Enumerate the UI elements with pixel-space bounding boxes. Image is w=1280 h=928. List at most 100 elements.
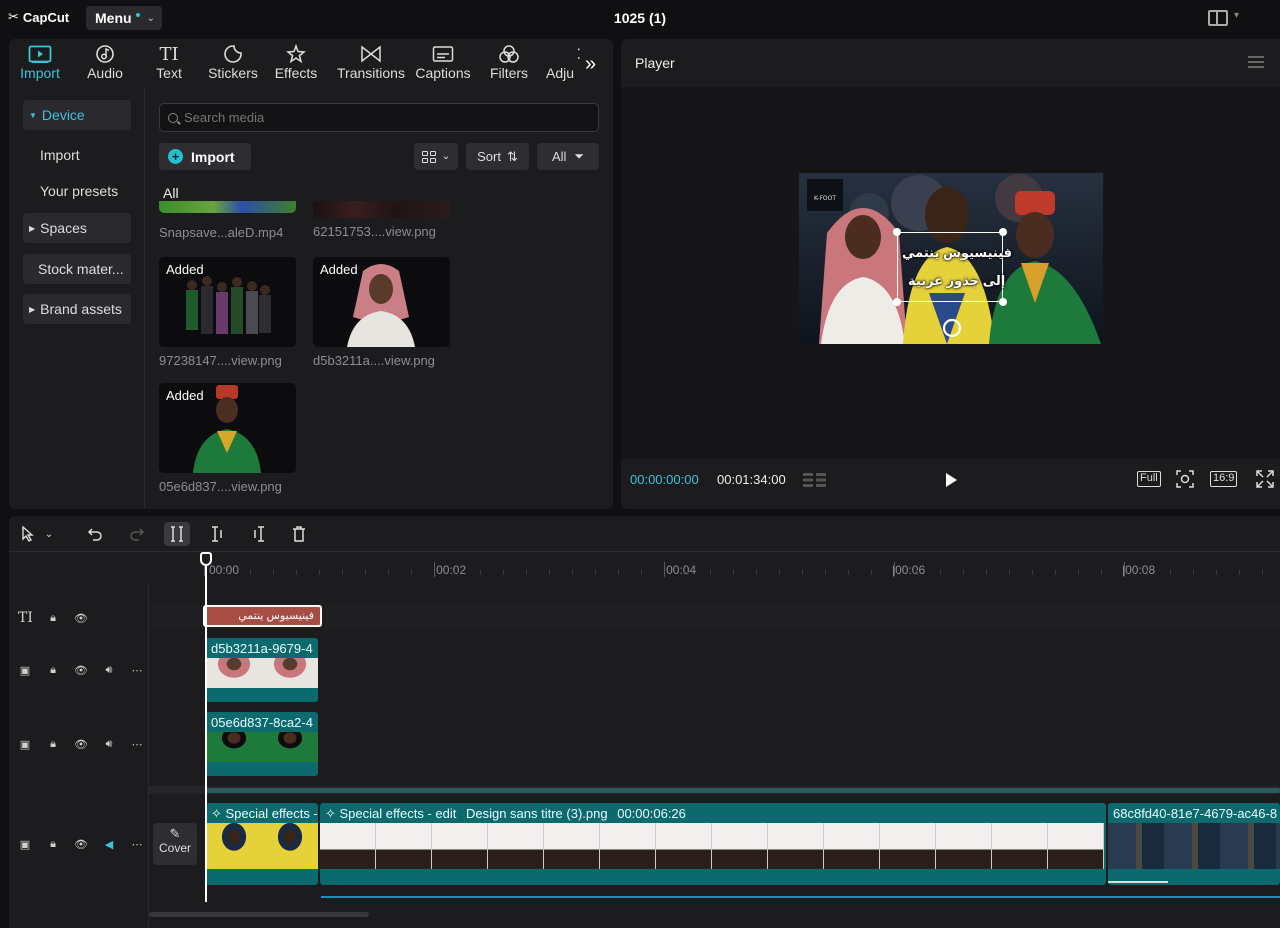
layout-chevron-icon[interactable]: ▾ bbox=[1234, 10, 1239, 21]
tab-audio[interactable]: Audio bbox=[81, 43, 129, 87]
media-thumbnail[interactable]: Added bbox=[313, 257, 450, 347]
main-clip-3[interactable]: 68c8fd40-81e7-4679-ac46-8 bbox=[1108, 803, 1280, 885]
media-filename: 05e6d837....view.png bbox=[159, 479, 282, 494]
timeline-scrollbar[interactable] bbox=[149, 912, 369, 917]
more-icon[interactable]: ⋯ bbox=[130, 664, 144, 677]
transitions-icon bbox=[335, 43, 407, 65]
lock-icon[interactable]: 🔒︎ bbox=[46, 664, 60, 677]
full-quality-button[interactable]: Full bbox=[1137, 471, 1161, 487]
sidebar-item-import[interactable]: Import bbox=[23, 140, 131, 170]
tab-stickers[interactable]: Stickers bbox=[205, 43, 261, 87]
text-selection-box[interactable]: فينيسيوس ينتمي إلى جذور عربية bbox=[893, 228, 1012, 306]
preview-caption-line: فينيسيوس ينتمي bbox=[902, 245, 1013, 260]
sidebar-item-stock[interactable]: Stock mater... bbox=[23, 254, 131, 284]
tab-filters[interactable]: Filters bbox=[485, 43, 533, 87]
media-item[interactable]: Snapsave...aleD.mp4 bbox=[159, 201, 296, 240]
caret-down-icon: ▼ bbox=[29, 110, 37, 120]
tab-effects[interactable]: Effects bbox=[271, 43, 321, 87]
resize-handle[interactable] bbox=[893, 298, 901, 306]
split-icon[interactable] bbox=[164, 522, 190, 546]
tab-transitions[interactable]: Transitions bbox=[335, 43, 407, 87]
fullscreen-icon[interactable] bbox=[1256, 470, 1274, 488]
clip-label-name: Design sans titre (3).png bbox=[465, 806, 608, 821]
media-thumbnail[interactable]: Added bbox=[159, 383, 296, 473]
lock-icon[interactable]: 🔒︎ bbox=[46, 612, 60, 625]
tab-captions[interactable]: Captions bbox=[413, 43, 473, 87]
time-ruler[interactable]: 00:00 |00:02 |00:04 |00:06 |00:08 bbox=[149, 553, 1280, 583]
clip-label-effect: Special effects - edit bbox=[339, 806, 457, 821]
sidebar-item-brand[interactable]: ▶ Brand assets bbox=[23, 294, 131, 324]
more-icon[interactable]: ⋯ bbox=[130, 838, 144, 851]
play-button[interactable] bbox=[946, 473, 957, 487]
tab-import[interactable]: Import bbox=[15, 43, 65, 87]
video-preview[interactable]: K-FOOT فينيسيوس ينتمي إلى جذور عربية bbox=[799, 173, 1103, 344]
playhead-line[interactable] bbox=[205, 554, 207, 902]
collapsed-clip-strip[interactable] bbox=[206, 788, 1280, 793]
undo-icon[interactable] bbox=[82, 522, 108, 546]
main-clip-1[interactable]: ✧ Special effects - bbox=[206, 803, 318, 885]
clip-frame bbox=[656, 823, 712, 869]
delete-icon[interactable] bbox=[286, 522, 312, 546]
more-icon[interactable]: ⋯ bbox=[130, 738, 144, 751]
speaker-icon[interactable]: 🔊︎ bbox=[102, 738, 116, 751]
media-item[interactable]: Added 97238147....view.png bbox=[159, 257, 296, 368]
playhead-handle[interactable] bbox=[200, 552, 212, 566]
import-button[interactable]: + Import bbox=[159, 143, 251, 170]
split-left-icon[interactable] bbox=[205, 522, 231, 546]
tab-text[interactable]: TI Text bbox=[147, 43, 191, 87]
overlay-clip-2[interactable]: 05e6d837-8ca2-4 bbox=[206, 712, 318, 776]
tab-adjust[interactable]: ⁚ Adju bbox=[543, 43, 581, 87]
more-tabs-icon[interactable]: » bbox=[585, 53, 596, 76]
menu-button[interactable]: Menu ⌄ bbox=[86, 6, 162, 30]
eye-icon[interactable]: 👁︎ bbox=[74, 838, 88, 851]
media-thumbnail[interactable] bbox=[313, 201, 450, 218]
asset-tabs: Import Audio TI Text Stickers Effects Tr… bbox=[9, 39, 613, 89]
media-thumbnail[interactable] bbox=[159, 201, 296, 213]
eye-icon[interactable]: 👁︎ bbox=[74, 738, 88, 751]
sidebar-item-spaces[interactable]: ▶ Spaces bbox=[23, 213, 131, 243]
ruler-tick bbox=[480, 570, 481, 575]
rotate-icon[interactable] bbox=[944, 320, 960, 336]
added-badge: Added bbox=[166, 388, 204, 403]
lock-icon[interactable]: 🔒︎ bbox=[46, 738, 60, 751]
resize-handle[interactable] bbox=[999, 298, 1007, 306]
eye-icon[interactable]: 👁︎ bbox=[74, 612, 88, 625]
media-item[interactable]: 62151753....view.png bbox=[313, 201, 450, 239]
overlay-clip-1[interactable]: d5b3211a-9679-4 bbox=[206, 638, 318, 702]
sort-button[interactable]: Sort ⇅ bbox=[466, 143, 529, 170]
eye-icon[interactable]: 👁︎ bbox=[74, 664, 88, 677]
aspect-ratio-button[interactable]: 16:9 bbox=[1210, 471, 1238, 487]
speaker-muted-icon[interactable]: ◀︎ bbox=[102, 838, 116, 851]
section-label-all: All bbox=[163, 185, 179, 201]
speaker-icon[interactable]: 🔊︎ bbox=[102, 664, 116, 677]
sidebar-item-presets[interactable]: Your presets bbox=[23, 176, 131, 206]
search-input[interactable] bbox=[184, 110, 584, 125]
resize-handle[interactable] bbox=[893, 228, 901, 236]
select-tool-icon[interactable] bbox=[15, 522, 41, 546]
overlay-track-1[interactable] bbox=[149, 635, 1280, 705]
sidebar-item-device[interactable]: ▼ Device bbox=[23, 100, 131, 130]
media-item[interactable]: Added 05e6d837....view.png bbox=[159, 383, 296, 494]
media-thumbnail[interactable]: Added bbox=[159, 257, 296, 347]
layout-icon[interactable] bbox=[1208, 10, 1228, 26]
main-clip-2[interactable]: ✧ Special effects - edit Design sans tit… bbox=[320, 803, 1106, 885]
split-right-icon[interactable] bbox=[245, 522, 271, 546]
media-item[interactable]: Added d5b3211a....view.png bbox=[313, 257, 450, 368]
clip-label-duration: 00:00:06:26 bbox=[617, 806, 686, 821]
player-menu-icon[interactable] bbox=[1248, 56, 1264, 68]
ruler-tick bbox=[802, 570, 803, 575]
overlay-track-2[interactable] bbox=[149, 709, 1280, 779]
search-media-box[interactable] bbox=[159, 103, 599, 132]
resize-handle[interactable] bbox=[999, 228, 1007, 236]
lock-icon[interactable]: 🔒︎ bbox=[46, 838, 60, 851]
cover-button[interactable]: ✎ Cover bbox=[153, 823, 197, 865]
ruler-label: 00:00 bbox=[209, 563, 240, 577]
text-clip[interactable]: فينيسيوس ينتمي bbox=[203, 605, 322, 627]
chevron-down-icon[interactable]: ⌄ bbox=[41, 522, 57, 546]
timeline-toolbar: ⌄ bbox=[9, 516, 1280, 552]
filter-all-button[interactable]: All ⏷ bbox=[537, 143, 599, 170]
timecode-grid-icon[interactable] bbox=[803, 472, 827, 488]
zoom-fit-icon[interactable] bbox=[1176, 470, 1194, 488]
redo-icon[interactable] bbox=[124, 522, 150, 546]
view-mode-button[interactable]: ⌄ bbox=[414, 143, 458, 170]
